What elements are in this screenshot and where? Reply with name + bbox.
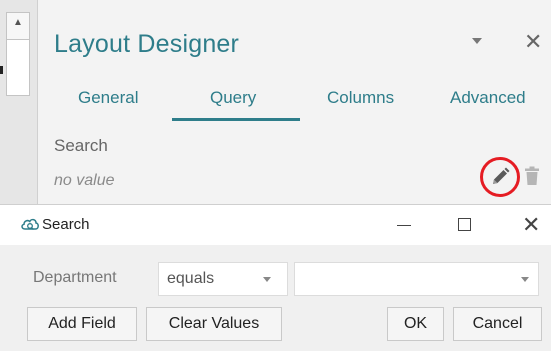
operator-select[interactable]: equals bbox=[158, 262, 288, 296]
maximize-icon[interactable] bbox=[458, 218, 471, 231]
clear-values-button[interactable]: Clear Values bbox=[146, 307, 282, 341]
operator-value: equals bbox=[167, 270, 215, 287]
chevron-down-icon bbox=[263, 277, 271, 282]
chevron-down-icon[interactable] bbox=[472, 38, 482, 44]
tab-general[interactable]: General bbox=[78, 88, 138, 108]
ok-button[interactable]: OK bbox=[387, 307, 444, 341]
tab-query[interactable]: Query bbox=[210, 88, 256, 108]
cloud-search-icon bbox=[21, 218, 39, 230]
tab-columns[interactable]: Columns bbox=[327, 88, 394, 108]
tab-advanced[interactable]: Advanced bbox=[450, 88, 526, 108]
vertical-scrollbar[interactable]: ▲ bbox=[0, 0, 38, 205]
search-dialog: Search ✕ Department equals Add Field Cle… bbox=[0, 204, 551, 351]
search-section-label: Search bbox=[54, 136, 108, 155]
close-icon[interactable]: ✕ bbox=[524, 29, 542, 55]
close-icon[interactable]: ✕ bbox=[522, 212, 540, 238]
pencil-icon bbox=[493, 167, 510, 184]
edit-search-button[interactable] bbox=[480, 157, 520, 197]
value-select[interactable] bbox=[294, 262, 539, 296]
dialog-title: Search bbox=[42, 216, 90, 233]
tab-bar: General Query Columns Advanced bbox=[38, 84, 551, 121]
layout-designer-panel: Layout Designer ✕ General Query Columns … bbox=[38, 0, 551, 205]
search-value-text: no value bbox=[54, 172, 115, 189]
scrollbar-thumb[interactable] bbox=[6, 40, 30, 96]
edge-marker bbox=[0, 66, 3, 74]
department-label: Department bbox=[33, 269, 117, 286]
panel-title: Layout Designer bbox=[54, 30, 240, 58]
minimize-icon[interactable] bbox=[397, 225, 411, 226]
dialog-titlebar: Search ✕ bbox=[0, 205, 551, 245]
active-tab-indicator bbox=[172, 118, 300, 121]
trash-icon[interactable] bbox=[524, 166, 540, 186]
chevron-down-icon bbox=[521, 277, 529, 282]
cancel-button[interactable]: Cancel bbox=[453, 307, 542, 341]
dialog-body: Department equals Add Field Clear Values… bbox=[0, 245, 551, 351]
scroll-up-icon[interactable]: ▲ bbox=[6, 12, 30, 40]
add-field-button[interactable]: Add Field bbox=[27, 307, 137, 341]
